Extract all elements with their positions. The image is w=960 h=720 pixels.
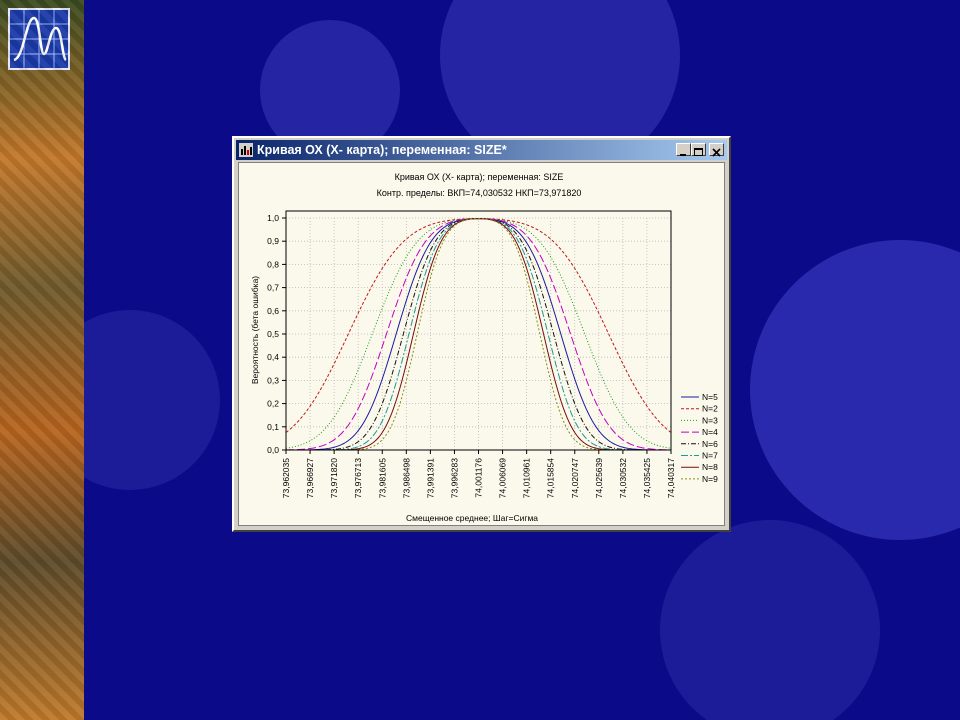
y-tick-labels: 0,0 0,1 0,2 0,3 0,4 0,5 0,6 0,7 0,8 0,9 1,0 — [267, 213, 279, 455]
x-tick-label: 73,971820 — [329, 458, 339, 498]
axes — [282, 210, 672, 454]
maximize-icon — [694, 148, 703, 156]
legend-label: N=6 — [702, 439, 718, 449]
legend-label: N=7 — [702, 451, 718, 461]
oc-curve-chart: Кривая ОХ (Х- карта); переменная: SIZE К… — [250, 172, 718, 523]
x-tick-label: 73,981605 — [377, 458, 387, 498]
x-tick-label: 74,030532 — [618, 458, 628, 498]
x-tick-label: 74,010961 — [522, 458, 532, 498]
y-tick-label: 1,0 — [267, 213, 279, 223]
y-tick-label: 0,7 — [267, 283, 279, 293]
close-button[interactable] — [709, 143, 724, 157]
y-tick-label: 0,4 — [267, 352, 279, 362]
y-tick-label: 0,9 — [267, 236, 279, 246]
x-tick-label: 73,966927 — [305, 458, 315, 498]
decorative-left-strip — [0, 0, 84, 720]
x-tick-label: 74,025639 — [594, 458, 604, 498]
chart-logo-icon — [8, 8, 70, 70]
y-tick-label: 0,1 — [267, 422, 279, 432]
x-tick-label: 73,996283 — [449, 458, 459, 498]
window-title: Кривая ОХ (Х- карта); переменная: SIZE* — [257, 143, 507, 157]
grid — [285, 217, 672, 451]
maximize-button[interactable] — [691, 143, 706, 156]
y-tick-label: 0,5 — [267, 329, 279, 339]
legend-label: N=9 — [702, 474, 718, 484]
legend-label: N=5 — [702, 392, 718, 402]
x-tick-label: 73,986498 — [401, 458, 411, 498]
x-tick-label: 74,006069 — [498, 458, 508, 498]
legend-label: N=8 — [702, 462, 718, 472]
chart-window: Кривая ОХ (Х- карта); переменная: SIZE* … — [232, 136, 731, 532]
x-tick-label: 74,015854 — [546, 458, 556, 498]
y-tick-label: 0,8 — [267, 259, 279, 269]
y-tick-label: 0,6 — [267, 306, 279, 316]
x-tick-label: 74,001176 — [474, 458, 484, 498]
chart-title: Кривая ОХ (Х- карта); переменная: SIZE — [395, 172, 564, 182]
legend-label: N=3 — [702, 415, 718, 425]
statistica-app-icon — [239, 143, 253, 157]
x-tick-label: 74,035425 — [642, 458, 652, 498]
y-tick-label: 0,0 — [267, 445, 279, 455]
close-icon — [712, 148, 721, 157]
x-tick-label: 73,991391 — [425, 458, 435, 498]
y-tick-label: 0,3 — [267, 375, 279, 385]
x-tick-label: 73,962035 — [281, 458, 291, 498]
legend-label: N=2 — [702, 404, 718, 414]
x-tick-label: 74,040317 — [666, 458, 676, 498]
x-tick-label: 73,976713 — [353, 458, 363, 498]
chart-subtitle: Контр. пределы: ВКП=74,030532 НКП=73,971… — [377, 188, 582, 198]
x-tick-labels: 73,962035 73,966927 73,971820 73,976713 73,9… — [281, 458, 676, 498]
x-tick-label: 74,020747 — [570, 458, 580, 498]
y-axis-label: Вероятность (бета ошибка) — [250, 276, 260, 384]
legend-label: N=4 — [702, 427, 718, 437]
minimize-button[interactable] — [676, 143, 691, 156]
chart-client-area: Кривая ОХ (Х- карта); переменная: SIZE К… — [238, 162, 725, 526]
legend: N=5 N=2N=3 N=4 N=6 N=7N=8 N=9 — [681, 392, 718, 484]
x-axis-label: Смещенное среднее; Шаг=Сигма — [406, 513, 538, 523]
plot-frame — [285, 210, 672, 451]
minimize-icon — [680, 154, 686, 156]
window-titlebar[interactable]: Кривая ОХ (Х- карта); переменная: SIZE* — [236, 140, 727, 160]
y-tick-label: 0,2 — [267, 399, 279, 409]
